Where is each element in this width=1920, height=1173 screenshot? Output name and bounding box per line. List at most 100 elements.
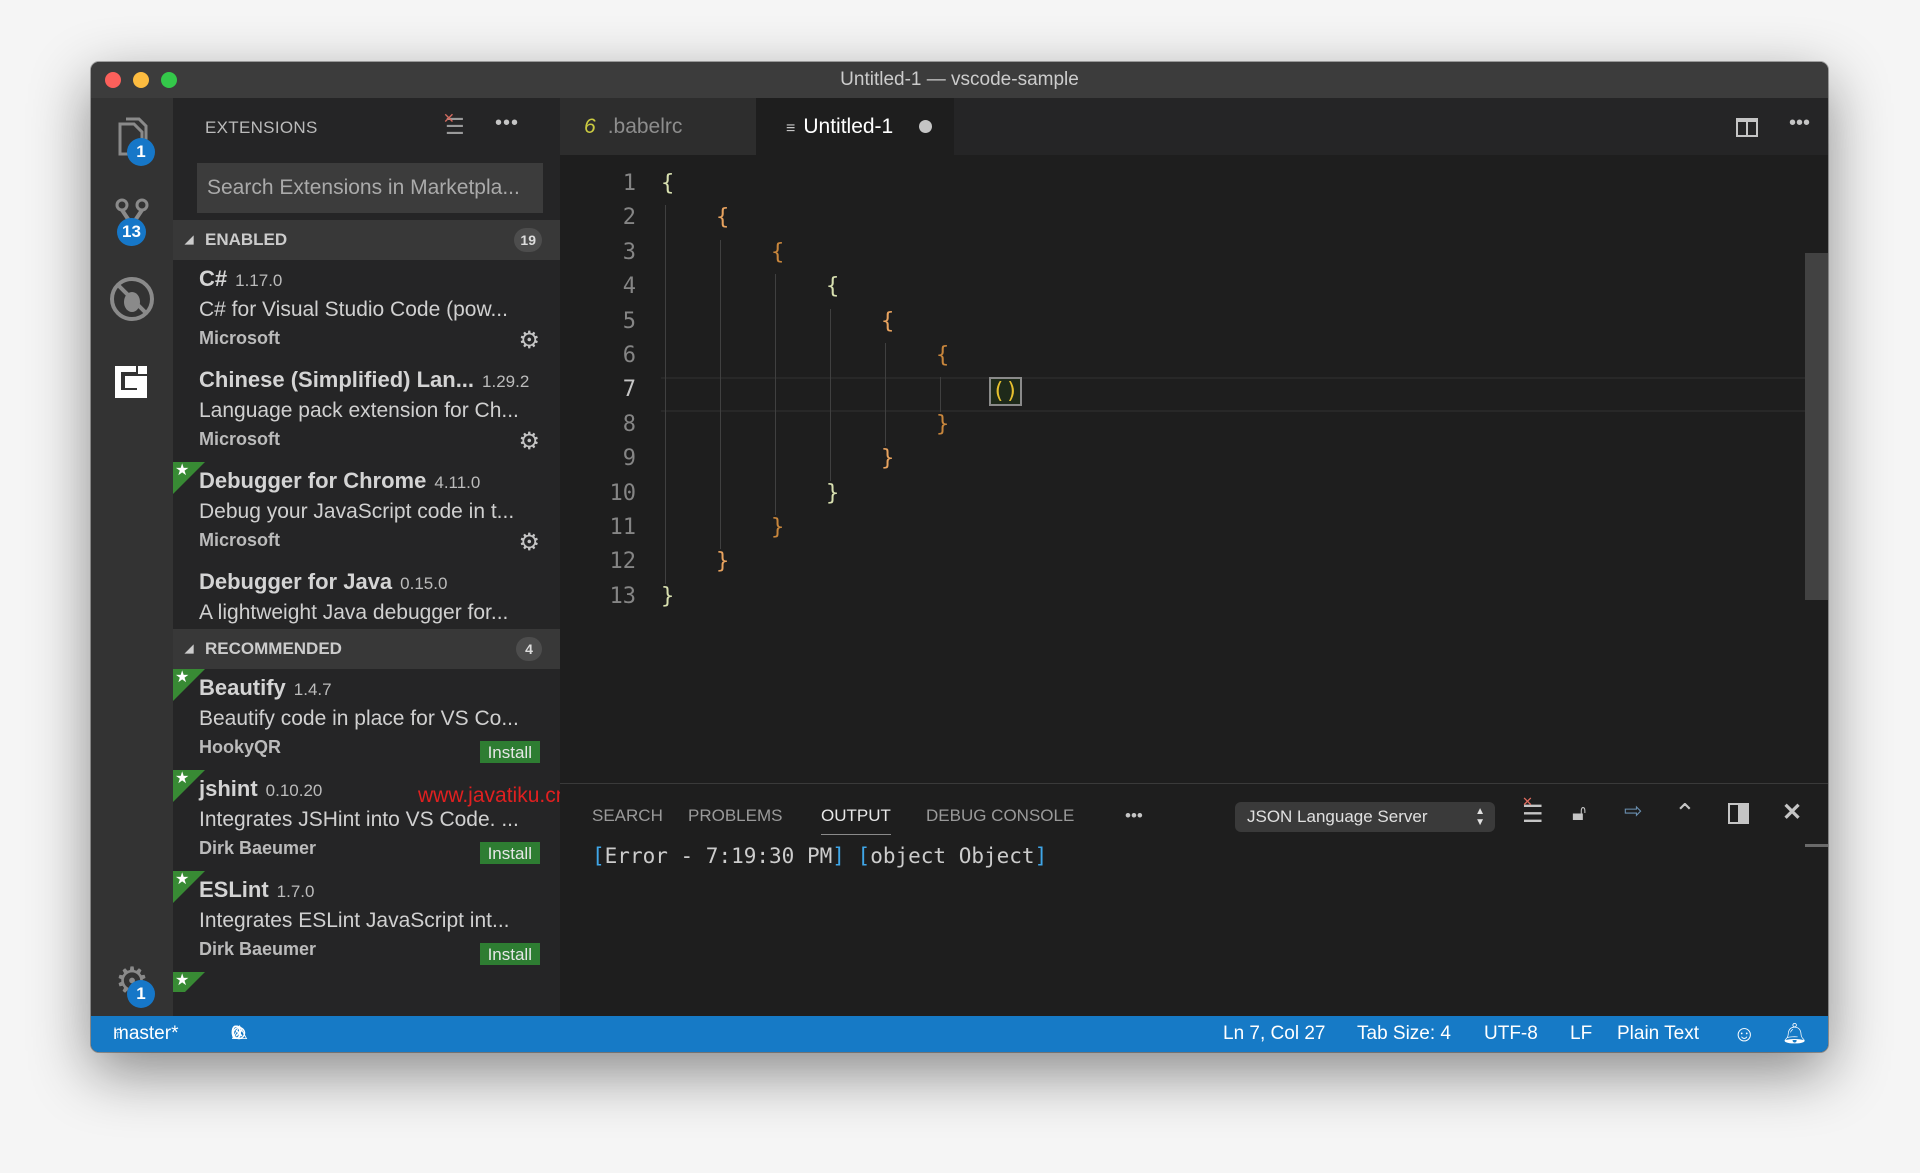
bracket: } bbox=[881, 446, 895, 472]
extension-publisher: HookyQR bbox=[199, 737, 282, 757]
manage-extension-gear-icon[interactable]: ⚙ bbox=[518, 326, 540, 355]
minimize-window-button[interactable] bbox=[133, 72, 149, 88]
extensions-button[interactable] bbox=[91, 346, 173, 416]
install-button[interactable]: Install bbox=[479, 943, 540, 965]
bracket: ] bbox=[832, 844, 845, 868]
log-timestamp: Error - 7:19:30 PM bbox=[604, 844, 833, 868]
tab-untitled-1[interactable]: ≡ Untitled-1 bbox=[756, 98, 954, 155]
output-channel-select[interactable]: JSON Language Server ▲ ▼ bbox=[1235, 802, 1495, 832]
source-control-button[interactable]: 13 bbox=[91, 182, 173, 252]
lock-scroll-icon[interactable]: 🔓︎ bbox=[1572, 800, 1586, 826]
branch-name: master* bbox=[113, 1023, 179, 1044]
extension-version: 1.7.0 bbox=[276, 882, 315, 901]
tab-babelrc[interactable]: 6 .babelrc bbox=[560, 98, 756, 155]
bracket: { bbox=[936, 343, 950, 368]
warning-count: 0 bbox=[231, 1023, 242, 1044]
maximize-panel-icon[interactable]: ⌃ bbox=[1674, 798, 1696, 829]
panel-scrollbar[interactable] bbox=[1805, 844, 1828, 847]
extension-item-partial[interactable]: ★ bbox=[173, 972, 560, 992]
bracket: [ bbox=[592, 844, 605, 868]
dirty-indicator-icon[interactable] bbox=[919, 120, 932, 133]
manage-extension-gear-icon[interactable]: ⚙ bbox=[518, 427, 540, 456]
extension-description: Beautify code in place for VS Co... bbox=[199, 707, 519, 730]
source-control-badge: 13 bbox=[117, 218, 146, 246]
bracket: { bbox=[716, 205, 730, 231]
close-window-button[interactable] bbox=[105, 72, 121, 88]
panel-tab-output[interactable]: OUTPUT bbox=[821, 806, 891, 835]
line-number: 6 bbox=[622, 343, 636, 368]
title-bar: Untitled-1 — vscode-sample bbox=[91, 62, 1828, 98]
current-line-highlight bbox=[661, 377, 1805, 412]
indent-guide bbox=[940, 377, 941, 412]
collapse-icon: ◢ bbox=[185, 643, 194, 655]
toggle-panel-position-icon[interactable] bbox=[1728, 803, 1749, 824]
extension-item[interactable]: ★ Debugger for Chrome 4.11.0 Debug your J… bbox=[173, 462, 560, 563]
clear-output-icon[interactable]: ☰ ✕ bbox=[1522, 794, 1544, 829]
status-bar: ⑂ master* ⊗ 0 ⚠ 0 Ln 7, Col 27 Tab Size:… bbox=[91, 1016, 1828, 1052]
line-number: 12 bbox=[609, 549, 637, 575]
line-number: 5 bbox=[622, 308, 636, 334]
clear-extensions-icon[interactable]: ✕ ☰ bbox=[443, 110, 465, 140]
panel-tab-problems[interactable]: PROBLEMS bbox=[688, 806, 782, 826]
bracket: } bbox=[716, 549, 730, 575]
bracket: { bbox=[881, 308, 895, 334]
section-enabled[interactable]: ◢ ENABLED 19 bbox=[173, 220, 560, 260]
panel-more-icon[interactable]: ••• bbox=[1125, 806, 1143, 826]
close-panel-icon[interactable]: ✕ bbox=[1782, 798, 1802, 827]
panel-tab-search[interactable]: SEARCH bbox=[592, 806, 663, 826]
sidebar-title: EXTENSIONS bbox=[205, 118, 318, 137]
extension-version: 0.15.0 bbox=[400, 574, 448, 593]
debug-button[interactable] bbox=[91, 264, 173, 334]
extension-name: Debugger for Chrome bbox=[199, 468, 427, 493]
open-log-file-icon[interactable]: ⇨ bbox=[1624, 798, 1642, 824]
code-editor[interactable]: 1 {2 {3 {4 {5 {6 {7 () 8} 9} 10} 11} 12} 13} bbox=[560, 155, 1828, 797]
line-number: 4 bbox=[622, 274, 636, 300]
split-editor-icon[interactable] bbox=[1736, 118, 1758, 137]
tab-label: .babelrc bbox=[607, 115, 683, 138]
extension-version: 1.4.7 bbox=[293, 680, 332, 699]
language-mode[interactable]: Plain Text bbox=[1617, 1016, 1699, 1052]
line-number: 13 bbox=[609, 583, 637, 609]
indent-guide bbox=[830, 308, 831, 481]
install-button[interactable]: Install bbox=[479, 741, 540, 763]
manage-button[interactable]: ⚙ 1 bbox=[91, 946, 173, 1016]
bracket: [ bbox=[857, 844, 871, 868]
extension-item[interactable]: C# 1.17.0 C# for Visual Studio Code (pow.… bbox=[173, 260, 560, 361]
maximize-window-button[interactable] bbox=[161, 72, 177, 88]
bracket: } bbox=[661, 583, 675, 609]
end-of-line[interactable]: LF bbox=[1570, 1016, 1592, 1052]
editor-tabs: 6 .babelrc ≡ Untitled-1 ••• bbox=[560, 98, 1828, 155]
bracket: { bbox=[826, 274, 840, 300]
more-actions-icon[interactable]: ••• bbox=[1789, 112, 1810, 135]
line-number: 11 bbox=[609, 515, 637, 540]
section-label: RECOMMENDED bbox=[205, 639, 342, 658]
section-recommended[interactable]: ◢ RECOMMENDED 4 bbox=[173, 629, 560, 669]
install-button[interactable]: Install bbox=[479, 842, 540, 864]
indent-guide bbox=[720, 239, 721, 550]
manage-extension-gear-icon[interactable]: ⚙ bbox=[518, 528, 540, 557]
more-actions-icon[interactable]: ••• bbox=[495, 112, 519, 135]
notifications-bell-icon[interactable]: 🔔︎ bbox=[1782, 1016, 1807, 1052]
extension-version: 1.17.0 bbox=[235, 271, 283, 290]
editor-scrollbar[interactable] bbox=[1805, 253, 1828, 600]
explorer-button[interactable]: 1 bbox=[91, 102, 173, 172]
extension-item[interactable]: ★ ESLint 1.7.0 Integrates ESLint JavaScri… bbox=[173, 871, 560, 972]
extension-item[interactable]: Debugger for Java 0.15.0 A lightweight Ja… bbox=[173, 563, 560, 629]
line-number: 2 bbox=[622, 205, 636, 231]
watermark: www.javatiku.cn bbox=[418, 784, 560, 807]
channel-label: JSON Language Server bbox=[1247, 807, 1428, 826]
recommended-star-icon: ★ bbox=[173, 972, 205, 992]
section-count: 19 bbox=[514, 228, 542, 252]
bracket: } bbox=[771, 515, 785, 540]
extension-item[interactable]: ★ Beautify 1.4.7 Beautify code in place f… bbox=[173, 669, 560, 770]
tab-size[interactable]: Tab Size: 4 bbox=[1357, 1016, 1451, 1052]
extension-item[interactable]: Chinese (Simplified) Lan... 1.29.2 Langua… bbox=[173, 361, 560, 462]
cursor-position[interactable]: Ln 7, Col 27 bbox=[1223, 1016, 1325, 1052]
panel-tab-debug-console[interactable]: DEBUG CONSOLE bbox=[926, 806, 1074, 826]
extensions-search-input[interactable]: Search Extensions in Marketpla... bbox=[197, 163, 543, 213]
feedback-smiley-icon[interactable]: ☺ bbox=[1733, 1016, 1755, 1052]
extension-description: Debug your JavaScript code in t... bbox=[199, 500, 515, 523]
encoding[interactable]: UTF-8 bbox=[1484, 1016, 1538, 1052]
section-label: ENABLED bbox=[205, 230, 288, 249]
bracket: ] bbox=[1034, 844, 1048, 868]
